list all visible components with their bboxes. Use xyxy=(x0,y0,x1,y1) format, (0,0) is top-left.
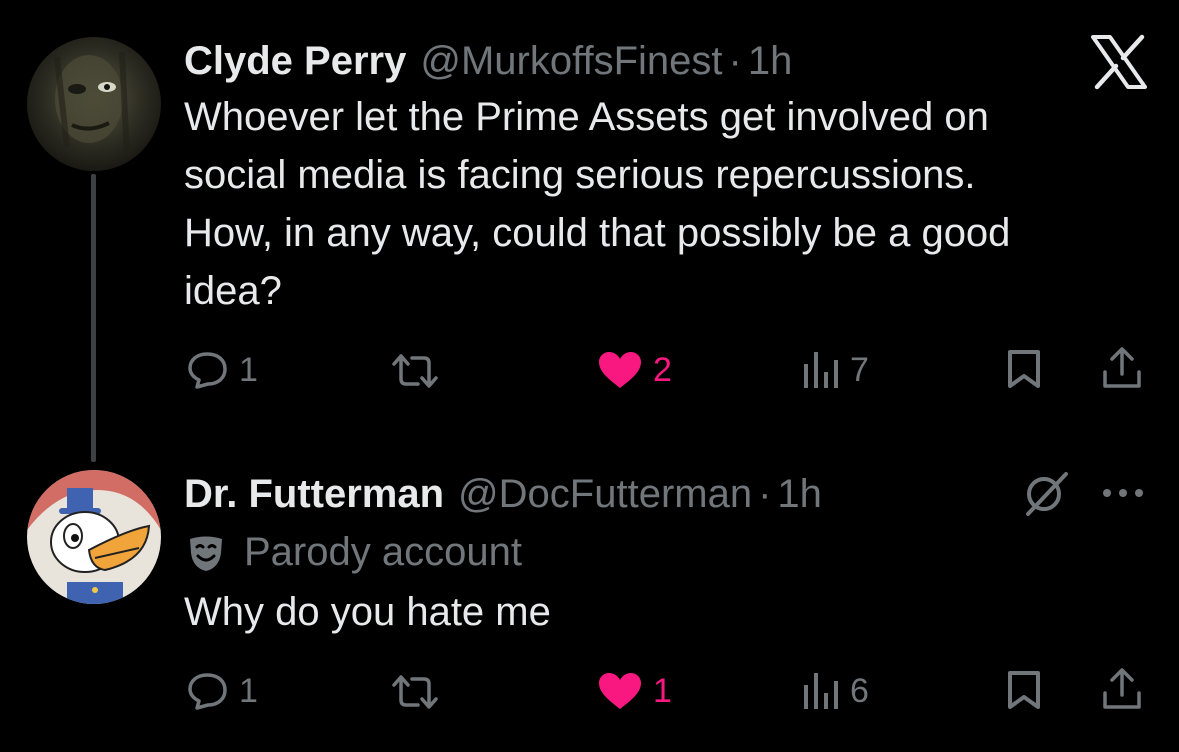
reply-icon xyxy=(188,673,227,710)
avatar-clyde-perry[interactable] xyxy=(27,37,161,171)
reply-button[interactable]: 1 xyxy=(187,350,258,390)
tweet-text-line: idea? xyxy=(184,269,282,313)
views-button[interactable]: 6 xyxy=(802,671,869,711)
tweet-text: Why do you hate me xyxy=(184,583,1144,641)
author-name[interactable]: Clyde Perry xyxy=(184,39,406,84)
retweet-icon xyxy=(392,354,438,388)
views-button[interactable]: 7 xyxy=(802,350,869,390)
heart-icon xyxy=(599,352,641,388)
author-name[interactable]: Dr. Futterman xyxy=(184,472,444,517)
bookmark-button[interactable] xyxy=(1005,348,1043,390)
like-button[interactable]: 1 xyxy=(597,671,672,711)
share-icon xyxy=(1103,668,1141,709)
tweet-header: Clyde Perry @MurkoffsFinest · 1h xyxy=(184,39,792,84)
retweet-button[interactable] xyxy=(390,352,440,390)
bookmark-icon xyxy=(1008,350,1040,388)
share-button[interactable] xyxy=(1100,667,1144,711)
views-count: 7 xyxy=(850,350,869,389)
more-options-icon[interactable] xyxy=(1101,486,1145,504)
parody-label-text: Parody account xyxy=(244,530,522,574)
views-count: 6 xyxy=(850,671,869,710)
reply-count: 1 xyxy=(239,350,258,389)
bookmark-icon xyxy=(1008,671,1040,709)
share-button[interactable] xyxy=(1100,346,1144,390)
x-logo-icon[interactable] xyxy=(1090,34,1148,95)
author-handle[interactable]: @MurkoffsFinest xyxy=(420,39,722,84)
bookmark-button[interactable] xyxy=(1005,669,1043,711)
parody-label: Parody account xyxy=(186,530,522,575)
retweet-button[interactable] xyxy=(390,673,440,711)
grok-icon[interactable] xyxy=(1022,470,1072,523)
tweet-text-line: Why do you hate me xyxy=(184,590,551,634)
tweet-text-line: social media is facing serious repercuss… xyxy=(184,153,976,197)
tweet-text-line: Whoever let the Prime Assets get involve… xyxy=(184,95,989,139)
like-count: 1 xyxy=(653,671,672,710)
views-icon xyxy=(804,673,838,709)
tweet-text-line: How, in any way, could that possibly be … xyxy=(184,211,1011,255)
heart-icon xyxy=(599,673,641,709)
tweet-header: Dr. Futterman @DocFutterman · 1h xyxy=(184,472,822,517)
theater-mask-icon xyxy=(190,536,222,571)
thread-connector xyxy=(91,174,96,462)
reply-button[interactable]: 1 xyxy=(187,671,258,711)
reply-icon xyxy=(188,352,227,389)
timestamp[interactable]: 1h xyxy=(748,39,793,84)
like-count: 2 xyxy=(653,350,672,389)
timestamp[interactable]: 1h xyxy=(777,472,822,517)
reply-count: 1 xyxy=(239,671,258,710)
share-icon xyxy=(1103,347,1141,388)
views-icon xyxy=(804,352,838,388)
tweet-text: Whoever let the Prime Assets get involve… xyxy=(184,88,1144,320)
separator-dot: · xyxy=(728,39,742,83)
avatar-dr-futterman[interactable] xyxy=(27,470,161,604)
like-button[interactable]: 2 xyxy=(597,350,672,390)
separator-dot: · xyxy=(758,472,772,516)
author-handle[interactable]: @DocFutterman xyxy=(458,472,752,517)
retweet-icon xyxy=(392,675,438,709)
